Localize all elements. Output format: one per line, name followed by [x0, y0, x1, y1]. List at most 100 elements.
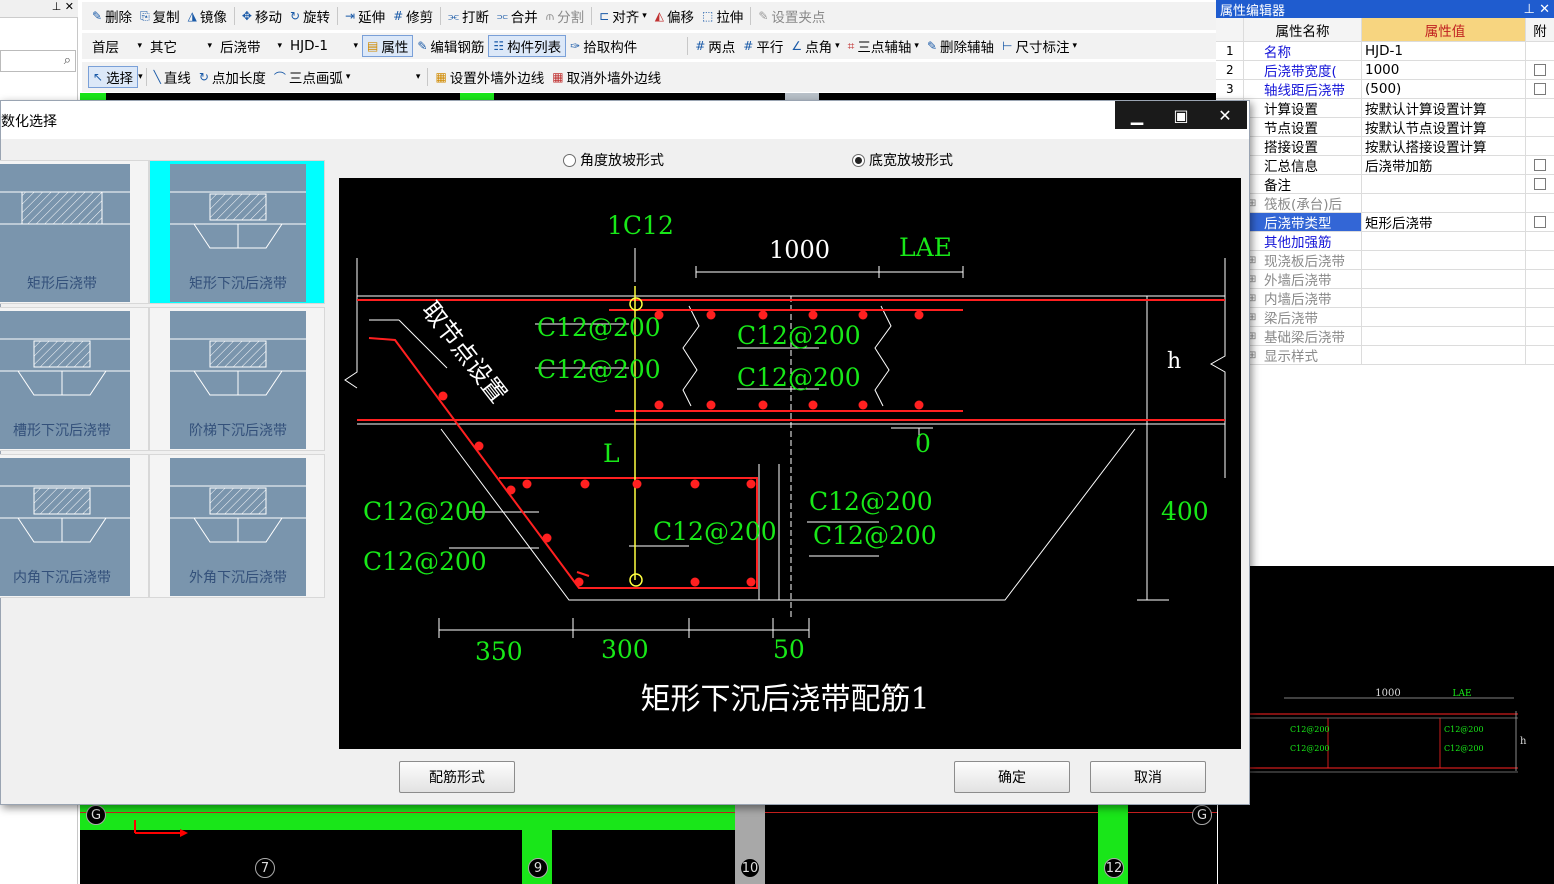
select-button[interactable]: ↖ 选择 — [88, 66, 139, 88]
attach-cell[interactable] — [1526, 175, 1554, 193]
attach-checkbox[interactable] — [1534, 178, 1546, 190]
type-select[interactable]: 后浇带 ▾ — [216, 35, 286, 57]
ok-button[interactable]: 确定 — [954, 761, 1070, 793]
delete-button[interactable]: ✎ 删除 — [88, 5, 136, 27]
floor-select[interactable]: 首层 ▾ — [88, 35, 146, 57]
split-button[interactable]: ⫙ 分割 — [542, 5, 588, 27]
two-points-button[interactable]: # 两点 — [691, 35, 739, 57]
properties-button[interactable]: ▤ 属性 — [362, 35, 414, 57]
point-angle-button[interactable]: ∠ 点角 ▾ — [787, 35, 843, 57]
set-outer-wall-button[interactable]: ▦ 设置外墙外边线 — [431, 66, 548, 88]
attach-cell[interactable] — [1526, 61, 1554, 79]
radio-angle-slope[interactable]: 角度放坡形式 — [563, 150, 664, 170]
parallel-button[interactable]: # 平行 — [739, 35, 787, 57]
stretch-button[interactable]: ⬚ 拉伸 — [698, 5, 747, 27]
set-grip-button[interactable]: ✎ 设置夹点 — [754, 5, 829, 27]
property-value[interactable]: 按默认搭接设置计算 — [1362, 137, 1526, 155]
break-button[interactable]: ⫘ 打断 — [444, 5, 493, 27]
property-row[interactable]: ⊞ 梁后浇带 — [1216, 308, 1554, 327]
point-length-button[interactable]: ↻ 点加长度 — [195, 66, 270, 88]
rebar-form-button[interactable]: 配筋形式 — [399, 761, 515, 793]
property-value[interactable] — [1362, 289, 1526, 307]
cancel-outer-wall-button[interactable]: ▦ 取消外墙外边线 — [548, 66, 665, 88]
align-button[interactable]: ⊏ 对齐 ▾ — [595, 5, 651, 27]
cancel-button[interactable]: 取消 — [1090, 761, 1206, 793]
attach-checkbox[interactable] — [1534, 159, 1546, 171]
property-row[interactable]: 1 名称 HJD-1 — [1216, 42, 1554, 61]
property-value[interactable]: 1000 — [1362, 61, 1526, 79]
property-row[interactable]: 搭接设置 按默认搭接设置计算 — [1216, 137, 1554, 156]
merge-button[interactable]: ⫗ 合并 — [493, 5, 542, 27]
property-value[interactable] — [1362, 232, 1526, 250]
property-value[interactable]: 后浇带加筋 — [1362, 156, 1526, 174]
attach-cell[interactable] — [1526, 80, 1554, 98]
component-list-button[interactable]: ☷ 构件列表 — [488, 35, 567, 57]
category-select[interactable]: 其它 ▾ — [146, 35, 216, 57]
property-row[interactable]: ⊞ 现浇板后浇带 — [1216, 251, 1554, 270]
close-icon[interactable]: ✕ — [65, 0, 74, 13]
draw-mode-select[interactable]: ▾ — [354, 66, 424, 88]
delete-aux-button[interactable]: ✎ 删除辅轴 — [923, 35, 998, 57]
maximize-button[interactable]: ▣ — [1159, 104, 1203, 126]
strip-type-thumb[interactable]: 外角下沉后浇带 — [149, 454, 325, 598]
property-value[interactable]: 按默认节点设置计算 — [1362, 118, 1526, 136]
property-row[interactable]: ⊞ 显示样式 — [1216, 346, 1554, 365]
left-search-input[interactable]: ⌕ — [0, 50, 76, 72]
property-row[interactable]: ⊞ 筏板(承台)后 — [1216, 194, 1554, 213]
property-row[interactable]: 2 后浇带宽度(1000 — [1216, 61, 1554, 80]
property-row[interactable]: 汇总信息 后浇带加筋 — [1216, 156, 1554, 175]
property-value[interactable] — [1362, 346, 1526, 364]
property-value[interactable] — [1362, 270, 1526, 288]
mirror-button[interactable]: ◮ 镜像 — [184, 5, 231, 27]
property-row[interactable]: 其他加强筋 — [1216, 232, 1554, 251]
property-row[interactable]: 后浇带类型 矩形后浇带 — [1216, 213, 1554, 232]
property-value[interactable]: 矩形后浇带 — [1362, 213, 1526, 231]
strip-type-thumb[interactable]: 矩形下沉后浇带 — [149, 160, 325, 304]
property-row[interactable]: 3 轴线距后浇带 (500) — [1216, 80, 1554, 99]
strip-type-thumb[interactable]: 阶梯下沉后浇带 — [149, 307, 325, 451]
property-row[interactable]: ⊞ 基础梁后浇带 — [1216, 327, 1554, 346]
move-button[interactable]: ✥ 移动 — [238, 5, 286, 27]
search-icon[interactable]: ⌕ — [64, 53, 71, 68]
minimize-button[interactable]: ▁ — [1115, 104, 1159, 126]
edit-rebar-button[interactable]: ✎ 编辑钢筋 — [413, 35, 488, 57]
attach-cell[interactable] — [1526, 213, 1554, 231]
property-value[interactable] — [1362, 175, 1526, 193]
attach-checkbox[interactable] — [1534, 83, 1546, 95]
property-row[interactable]: ⊞ 内墙后浇带 — [1216, 289, 1554, 308]
offset-button[interactable]: ◭ 偏移 — [651, 5, 698, 27]
pin-icon[interactable]: ⊥ — [1524, 2, 1535, 17]
attach-cell[interactable] — [1526, 156, 1554, 174]
component-select[interactable]: HJD-1 ▾ — [286, 35, 362, 57]
copy-button[interactable]: ⎘ 复制 — [136, 5, 184, 27]
pin-icon[interactable]: ⊥ — [52, 0, 62, 13]
dimension-button[interactable]: ⊢ 尺寸标注 ▾ — [998, 35, 1081, 57]
pick-component-button[interactable]: ✑ 拾取构件 — [566, 35, 641, 57]
property-value[interactable] — [1362, 327, 1526, 345]
close-button[interactable]: ✕ — [1203, 104, 1247, 126]
trim-button[interactable]: # 修剪 — [389, 5, 437, 27]
strip-type-thumb[interactable]: 矩形后浇带 — [0, 160, 149, 304]
property-value[interactable] — [1362, 194, 1526, 212]
line-button[interactable]: ╲ 直线 — [150, 66, 195, 88]
property-value[interactable] — [1362, 251, 1526, 269]
close-icon[interactable]: ✕ — [1539, 2, 1550, 17]
thumb-sketch — [0, 485, 130, 543]
attach-checkbox[interactable] — [1534, 216, 1546, 228]
property-value[interactable]: HJD-1 — [1362, 42, 1526, 60]
attach-checkbox[interactable] — [1534, 64, 1546, 76]
property-row[interactable]: 备注 — [1216, 175, 1554, 194]
property-value[interactable]: 按默认计算设置计算 — [1362, 99, 1526, 117]
property-value[interactable] — [1362, 308, 1526, 326]
property-row[interactable]: 计算设置 按默认计算设置计算 — [1216, 99, 1554, 118]
property-row[interactable]: 节点设置 按默认节点设置计算 — [1216, 118, 1554, 137]
property-row[interactable]: ⊞ 外墙后浇带 — [1216, 270, 1554, 289]
radio-width-slope[interactable]: 底宽放坡形式 — [852, 150, 953, 170]
rotate-button[interactable]: ↻ 旋转 — [286, 5, 334, 27]
extend-button[interactable]: ⇥ 延伸 — [341, 5, 389, 27]
strip-type-thumb[interactable]: 内角下沉后浇带 — [0, 454, 149, 598]
property-value[interactable]: (500) — [1362, 80, 1526, 98]
three-point-aux-button[interactable]: ⌗ 三点辅轴 ▾ — [844, 35, 923, 57]
strip-type-thumb[interactable]: 槽形下沉后浇带 — [0, 307, 149, 451]
three-point-arc-button[interactable]: ⌒ 三点画弧 ▾ — [270, 66, 355, 88]
